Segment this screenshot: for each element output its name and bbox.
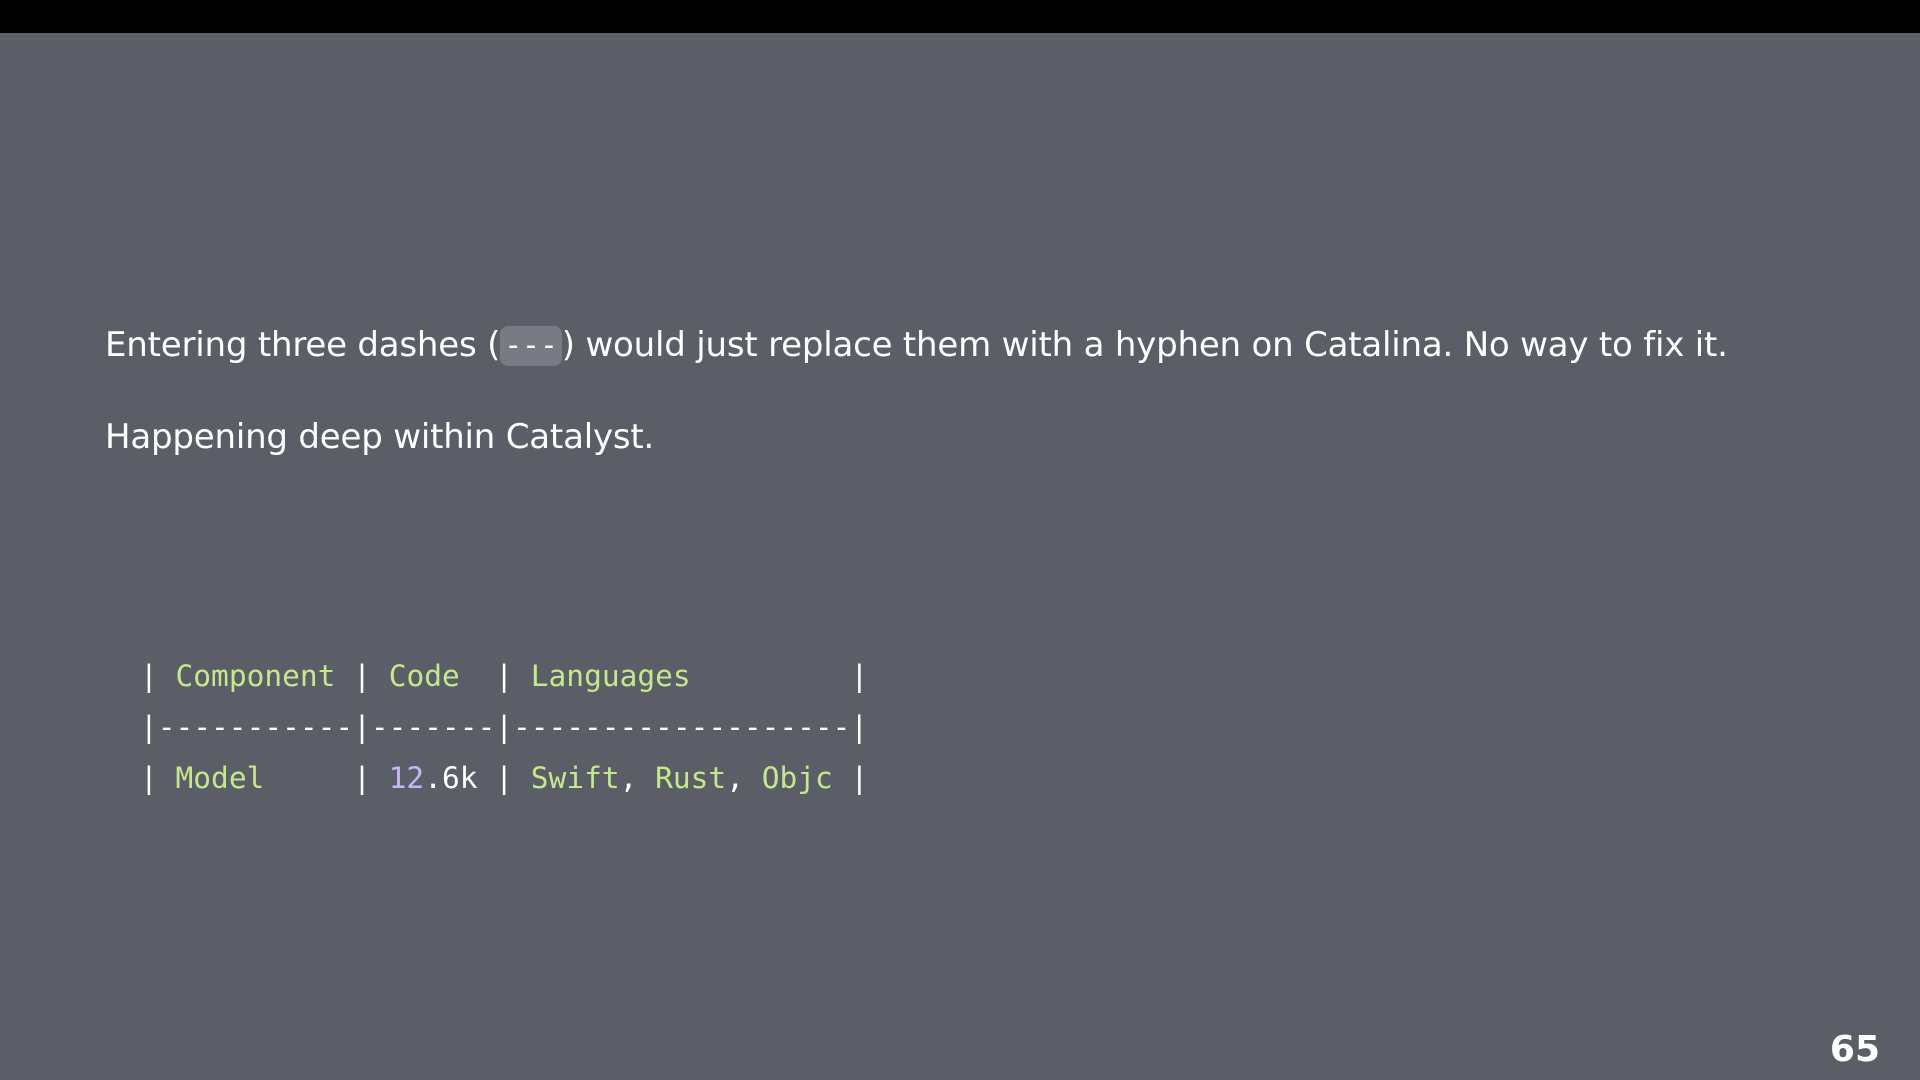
header-code: Code (388, 659, 460, 693)
cell-lang-objc: Objc (761, 761, 833, 795)
top-black-bar (0, 0, 1920, 33)
cell-lang-rust: Rust (655, 761, 727, 795)
slide: Entering three dashes (---) would just r… (0, 33, 1920, 1080)
cell-code-int: 12 (388, 761, 425, 795)
paragraph-dashes-after: ) would just replace them with a hyphen … (561, 325, 1728, 365)
header-component: Component (175, 659, 336, 693)
code-table-row-line: | Model | 12.6k | Swift, Rust, Objc | (140, 761, 869, 795)
paragraph-dashes-before: Entering three dashes ( (105, 325, 501, 365)
inline-code-dashes: --- (500, 326, 562, 366)
header-languages: Languages (530, 659, 691, 693)
page-number: 65 (1829, 1029, 1880, 1070)
cell-code-rest: .6k (424, 761, 478, 795)
cell-component: Model (175, 761, 265, 795)
paragraph-dashes: Entering three dashes (---) would just r… (105, 322, 1728, 368)
code-table-separator-line: |-----------|-------|-------------------… (140, 710, 869, 744)
cell-lang-swift: Swift (530, 761, 620, 795)
code-table-header-line: | Component | Code | Languages | (140, 659, 869, 693)
code-table-block: | Component | Code | Languages | |-------… (140, 651, 868, 804)
paragraph-catalyst: Happening deep within Catalyst. (105, 417, 655, 457)
